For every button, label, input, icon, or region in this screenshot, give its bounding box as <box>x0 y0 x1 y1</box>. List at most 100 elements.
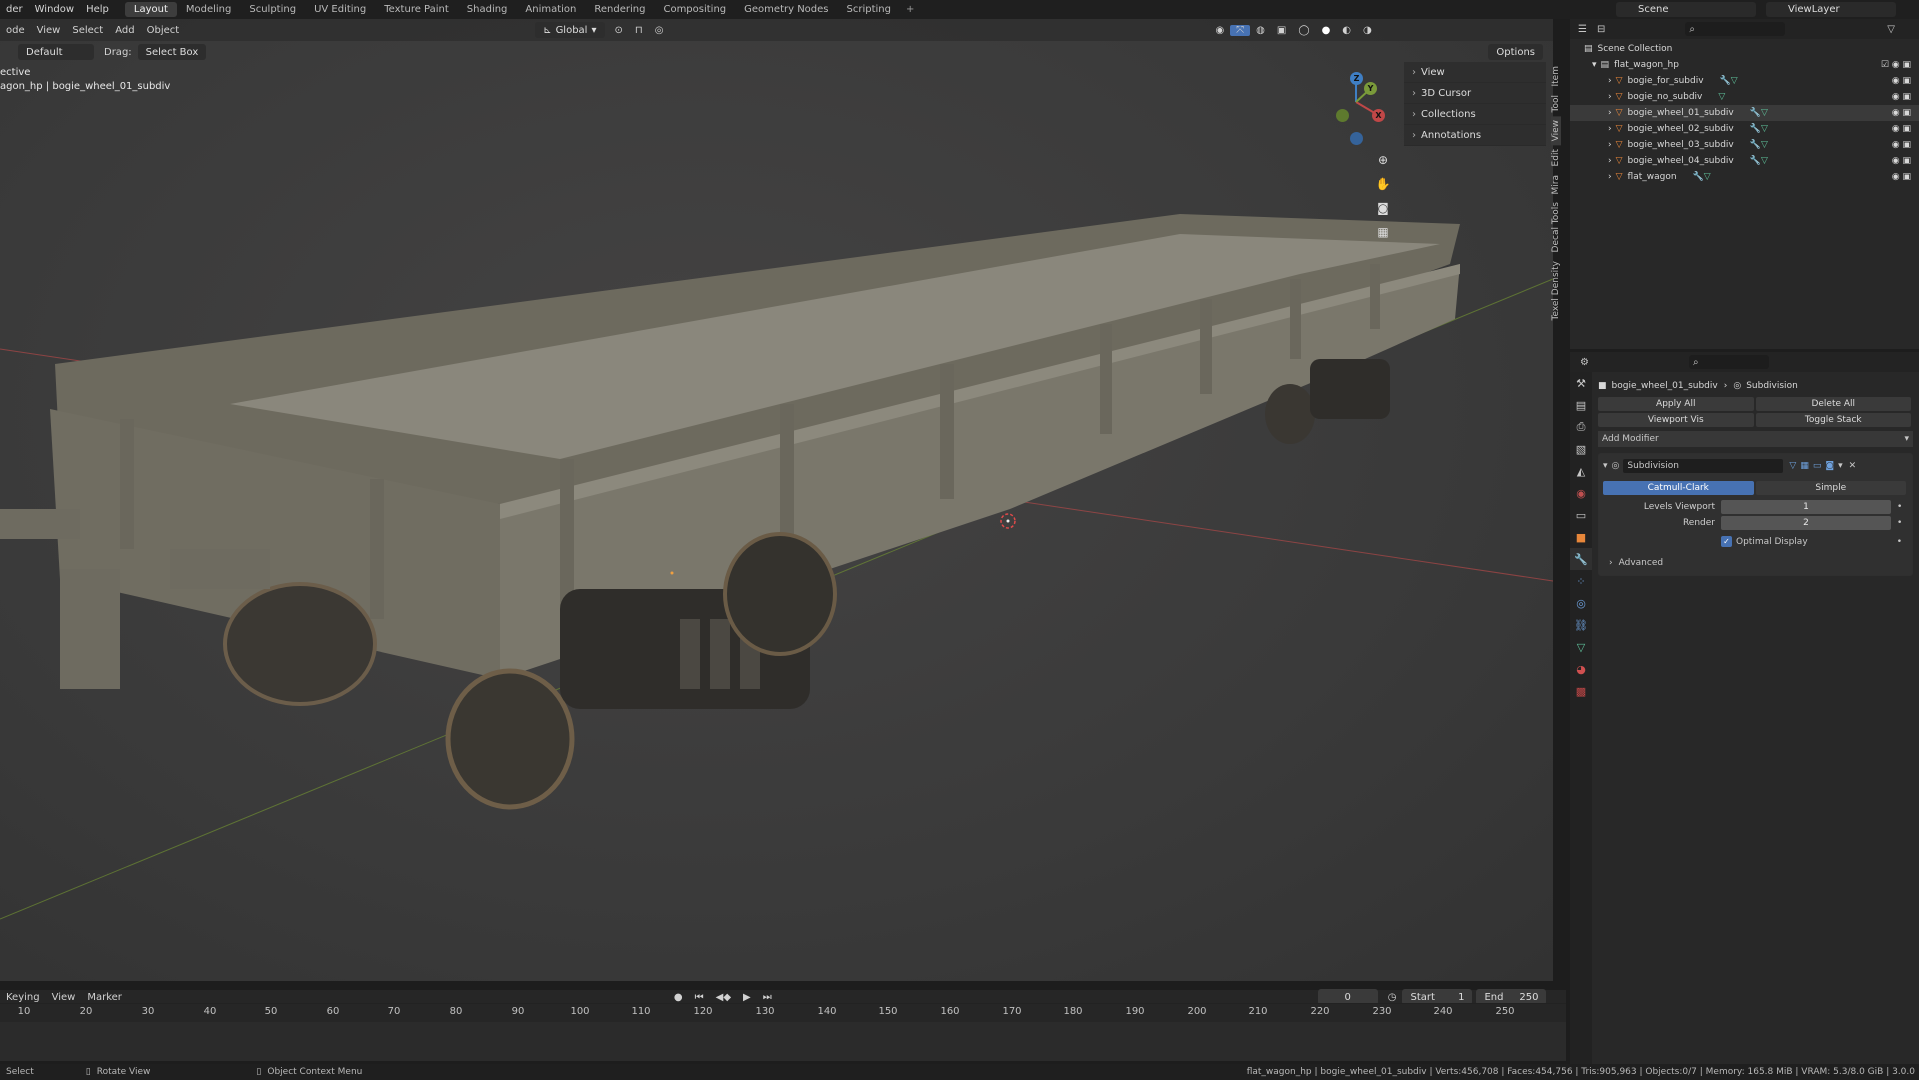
menu-window[interactable]: Window <box>29 4 80 15</box>
render-tab-icon[interactable]: ▤ <box>1570 394 1592 416</box>
visibility-icons[interactable]: ◉ ▣ <box>1892 172 1911 182</box>
add-workspace-button[interactable]: + <box>900 4 920 15</box>
gizmo-z-axis[interactable]: Z <box>1350 72 1363 85</box>
outliner-row-scene-collection[interactable]: ▤ Scene Collection <box>1570 41 1919 57</box>
outliner-search-input[interactable]: ⌕ <box>1685 22 1786 36</box>
tab-texel-density[interactable]: Texel Density <box>1551 257 1561 325</box>
object-tab-icon[interactable]: ■ <box>1570 526 1592 548</box>
pan-hand-icon[interactable]: ✋ <box>1372 173 1394 195</box>
scene-selector[interactable]: Scene <box>1616 2 1756 17</box>
visibility-icons[interactable]: ◉ ▣ <box>1892 76 1911 86</box>
zoom-icon[interactable]: ⊕ <box>1372 149 1394 171</box>
shading-solid-icon[interactable]: ● <box>1316 25 1337 36</box>
tab-texture-paint[interactable]: Texture Paint <box>375 2 458 17</box>
menu-object[interactable]: Object <box>141 25 186 36</box>
tab-shading[interactable]: Shading <box>458 2 517 17</box>
world-tab-icon[interactable]: ◉ <box>1570 482 1592 504</box>
shading-rendered-icon[interactable]: ◑ <box>1357 25 1378 36</box>
options-dropdown[interactable]: Options <box>1488 44 1543 60</box>
panel-3d-cursor[interactable]: › 3D Cursor <box>1404 83 1546 104</box>
drag-select-dropdown[interactable]: Select Box <box>137 44 207 60</box>
chevron-down-icon[interactable]: ▾ <box>1603 461 1608 471</box>
visibility-icon[interactable]: ◉ <box>1209 25 1230 36</box>
chevron-down-icon[interactable]: ▾ <box>1838 461 1843 471</box>
optimal-display-checkbox[interactable]: ✓ <box>1721 536 1732 547</box>
viewport-vis-button[interactable]: Viewport Vis <box>1598 412 1754 427</box>
tab-modeling[interactable]: Modeling <box>177 2 241 17</box>
output-tab-icon[interactable]: ⎙ <box>1570 416 1592 438</box>
advanced-subpanel[interactable]: › Advanced <box>1603 555 1908 570</box>
menu-render[interactable]: der <box>0 4 29 15</box>
properties-search-input[interactable]: ⌕ <box>1688 355 1769 369</box>
jump-start-icon[interactable]: ⏮ <box>689 992 710 1003</box>
tab-uv-editing[interactable]: UV Editing <box>305 2 375 17</box>
cage-toggle-icon[interactable]: ▦ <box>1800 461 1809 471</box>
menu-view[interactable]: View <box>31 25 67 36</box>
keyframe-dot-icon[interactable]: • <box>1897 518 1902 528</box>
add-modifier-dropdown[interactable]: Add Modifier ▾ <box>1598 431 1913 447</box>
visibility-icons[interactable]: ◉ ▣ <box>1892 140 1911 150</box>
outliner-row-object[interactable]: › ▽ flat_wagon 🔧 ▽ ◉ ▣ <box>1570 169 1919 185</box>
overlay-toggle-icon[interactable]: ◍ <box>1250 25 1271 36</box>
tab-scripting[interactable]: Scripting <box>838 2 900 17</box>
record-icon[interactable]: ● <box>668 992 689 1003</box>
catmull-clark-button[interactable]: Catmull-Clark <box>1603 480 1754 495</box>
levels-viewport-field[interactable]: 1 <box>1721 499 1891 514</box>
timeline-area[interactable]: 10 20 30 40 50 60 70 80 90 100 110 120 1… <box>0 1003 1566 1061</box>
play-icon[interactable]: ▶ <box>737 992 757 1003</box>
tab-geometry-nodes[interactable]: Geometry Nodes <box>735 2 837 17</box>
collection-tab-icon[interactable]: ▭ <box>1570 504 1592 526</box>
render-levels-field[interactable]: 2 <box>1721 515 1891 530</box>
tab-mira[interactable]: Mira <box>1551 171 1561 198</box>
tool-tab-icon[interactable]: ⚒ <box>1570 372 1592 394</box>
outliner-row-collection[interactable]: ▾ ▤ flat_wagon_hp ☑ ◉ ▣ <box>1570 57 1919 73</box>
visibility-icons[interactable]: ◉ ▣ <box>1892 92 1911 102</box>
visibility-icons[interactable]: ◉ ▣ <box>1892 124 1911 134</box>
pivot-icon[interactable]: ⊙ <box>609 25 629 36</box>
gizmo-neg-y-axis[interactable] <box>1336 109 1349 122</box>
panel-view[interactable]: › View <box>1404 62 1546 83</box>
orientation-default-dropdown[interactable]: Default <box>18 44 94 60</box>
gizmo-neg-z-axis[interactable] <box>1350 132 1363 145</box>
menu-select[interactable]: Select <box>66 25 109 36</box>
timeline-menu-marker[interactable]: Marker <box>81 992 128 1003</box>
filter-icon[interactable]: ▽ <box>1887 24 1895 35</box>
menu-add[interactable]: Add <box>109 25 140 36</box>
snap-icon[interactable]: ⊓ <box>629 25 649 36</box>
shading-material-icon[interactable]: ◐ <box>1336 25 1357 36</box>
view-layer-tab-icon[interactable]: ▧ <box>1570 438 1592 460</box>
transform-orientation-dropdown[interactable]: ⊾ Global ▾ <box>535 22 605 38</box>
outliner-row-object[interactable]: › ▽ bogie_for_subdiv 🔧 ▽ ◉ ▣ <box>1570 73 1919 89</box>
tab-layout[interactable]: Layout <box>124 2 177 17</box>
scene-tab-icon[interactable]: ◭ <box>1570 460 1592 482</box>
shading-wireframe-icon[interactable]: ◯ <box>1292 25 1315 36</box>
outliner-row-object[interactable]: › ▽ bogie_no_subdiv ▽ ◉ ▣ <box>1570 89 1919 105</box>
tab-rendering[interactable]: Rendering <box>585 2 654 17</box>
gizmo-x-axis[interactable]: X <box>1372 109 1385 122</box>
tab-animation[interactable]: Animation <box>516 2 585 17</box>
viewport-toggle-icon[interactable]: ▭ <box>1813 461 1822 471</box>
visibility-icons[interactable]: ◉ ▣ <box>1892 108 1911 118</box>
visibility-icons[interactable]: ◉ ▣ <box>1892 156 1911 166</box>
display-mode-icon[interactable]: ⊟ <box>1597 24 1605 35</box>
proportional-edit-icon[interactable]: ◎ <box>649 25 670 36</box>
close-icon[interactable]: ✕ <box>1849 461 1857 471</box>
tab-tool[interactable]: Tool <box>1551 91 1561 116</box>
mode-selector[interactable]: ode <box>0 25 31 36</box>
edit-mode-toggle-icon[interactable]: ▽ <box>1789 461 1796 471</box>
keyframe-dot-icon[interactable]: • <box>1897 537 1902 547</box>
editor-type-icon[interactable]: ⚙ <box>1580 357 1589 368</box>
outliner-row-object[interactable]: › ▽ bogie_wheel_02_subdiv 🔧 ▽ ◉ ▣ <box>1570 121 1919 137</box>
delete-all-button[interactable]: Delete All <box>1755 396 1911 411</box>
apply-all-button[interactable]: Apply All <box>1598 396 1754 411</box>
simple-button[interactable]: Simple <box>1755 480 1906 495</box>
tab-item[interactable]: Item <box>1551 62 1561 91</box>
gizmo-y-axis[interactable]: Y <box>1364 82 1377 95</box>
modifier-tab-icon[interactable]: 🔧 <box>1570 548 1592 570</box>
texture-tab-icon[interactable]: ▩ <box>1570 680 1592 702</box>
particles-tab-icon[interactable]: ⁘ <box>1570 570 1592 592</box>
visibility-icons[interactable]: ☑ ◉ ▣ <box>1881 60 1911 70</box>
outliner-row-object[interactable]: › ▽ bogie_wheel_04_subdiv 🔧 ▽ ◉ ▣ <box>1570 153 1919 169</box>
material-tab-icon[interactable]: ◕ <box>1570 658 1592 680</box>
outliner-row-object[interactable]: › ▽ bogie_wheel_03_subdiv 🔧 ▽ ◉ ▣ <box>1570 137 1919 153</box>
